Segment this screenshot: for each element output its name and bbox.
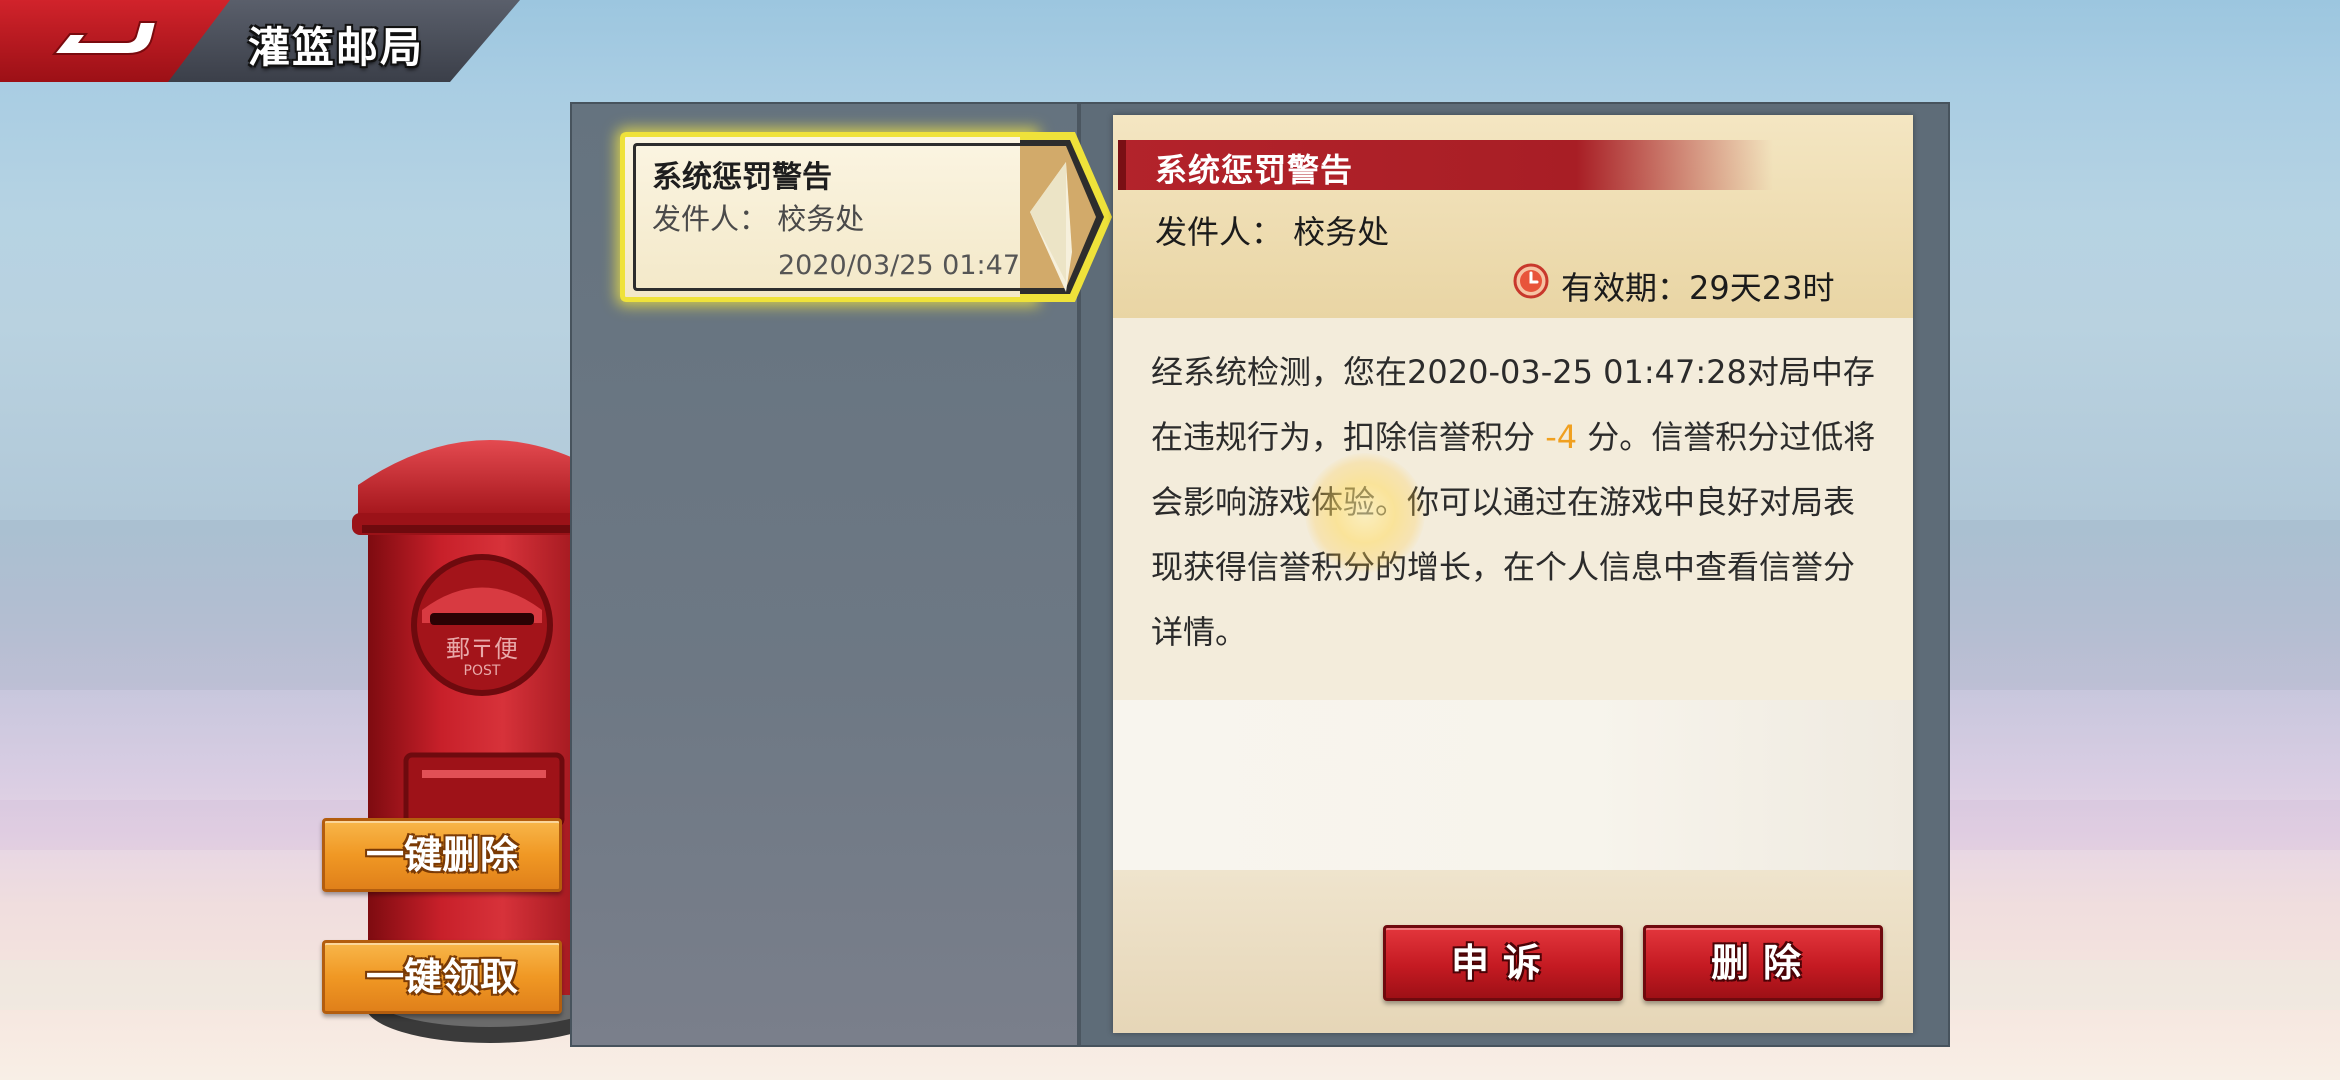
- mail-list-item[interactable]: 系统惩罚警告 发件人： 校务处 2020/03/25 01:47: [620, 132, 1112, 302]
- mailbox-label-top: 郵〒便: [446, 635, 518, 663]
- back-arrow-icon[interactable]: [40, 14, 170, 70]
- mail-item-sender: 发件人： 校务处: [652, 202, 865, 236]
- appeal-button[interactable]: 申诉: [1383, 925, 1623, 1001]
- mail-item-title: 系统惩罚警告: [652, 160, 832, 195]
- mail-detail-sender: 发件人： 校务处: [1155, 213, 1390, 251]
- mail-detail-page: 系统惩罚警告 发件人： 校务处 有效期：29天23时 经系统检测，您在2020-…: [1113, 115, 1913, 1033]
- page-title: 灌篮邮局: [248, 23, 425, 72]
- mail-detail-header: 系统惩罚警告 发件人： 校务处 有效期：29天23时: [1113, 115, 1913, 318]
- clock-icon: [1513, 263, 1549, 299]
- mail-detail-title: 系统惩罚警告: [1155, 151, 1354, 189]
- delete-all-button[interactable]: 一键删除: [322, 818, 562, 892]
- validity-text: 有效期：29天23时: [1561, 269, 1835, 307]
- attachment-area: [1113, 700, 1913, 870]
- claim-all-button[interactable]: 一键领取: [322, 940, 562, 1014]
- mail-detail-body: 经系统检测，您在2020-03-25 01:47:28对局中存在违规行为，扣除信…: [1151, 340, 1881, 665]
- envelope-icon: [1020, 132, 1112, 302]
- delete-button[interactable]: 删除: [1643, 925, 1883, 1001]
- mailbox-label-bottom: POST: [464, 663, 501, 679]
- penalty-value: -4: [1545, 418, 1578, 456]
- mail-item-date: 2020/03/25 01:47: [777, 250, 1020, 281]
